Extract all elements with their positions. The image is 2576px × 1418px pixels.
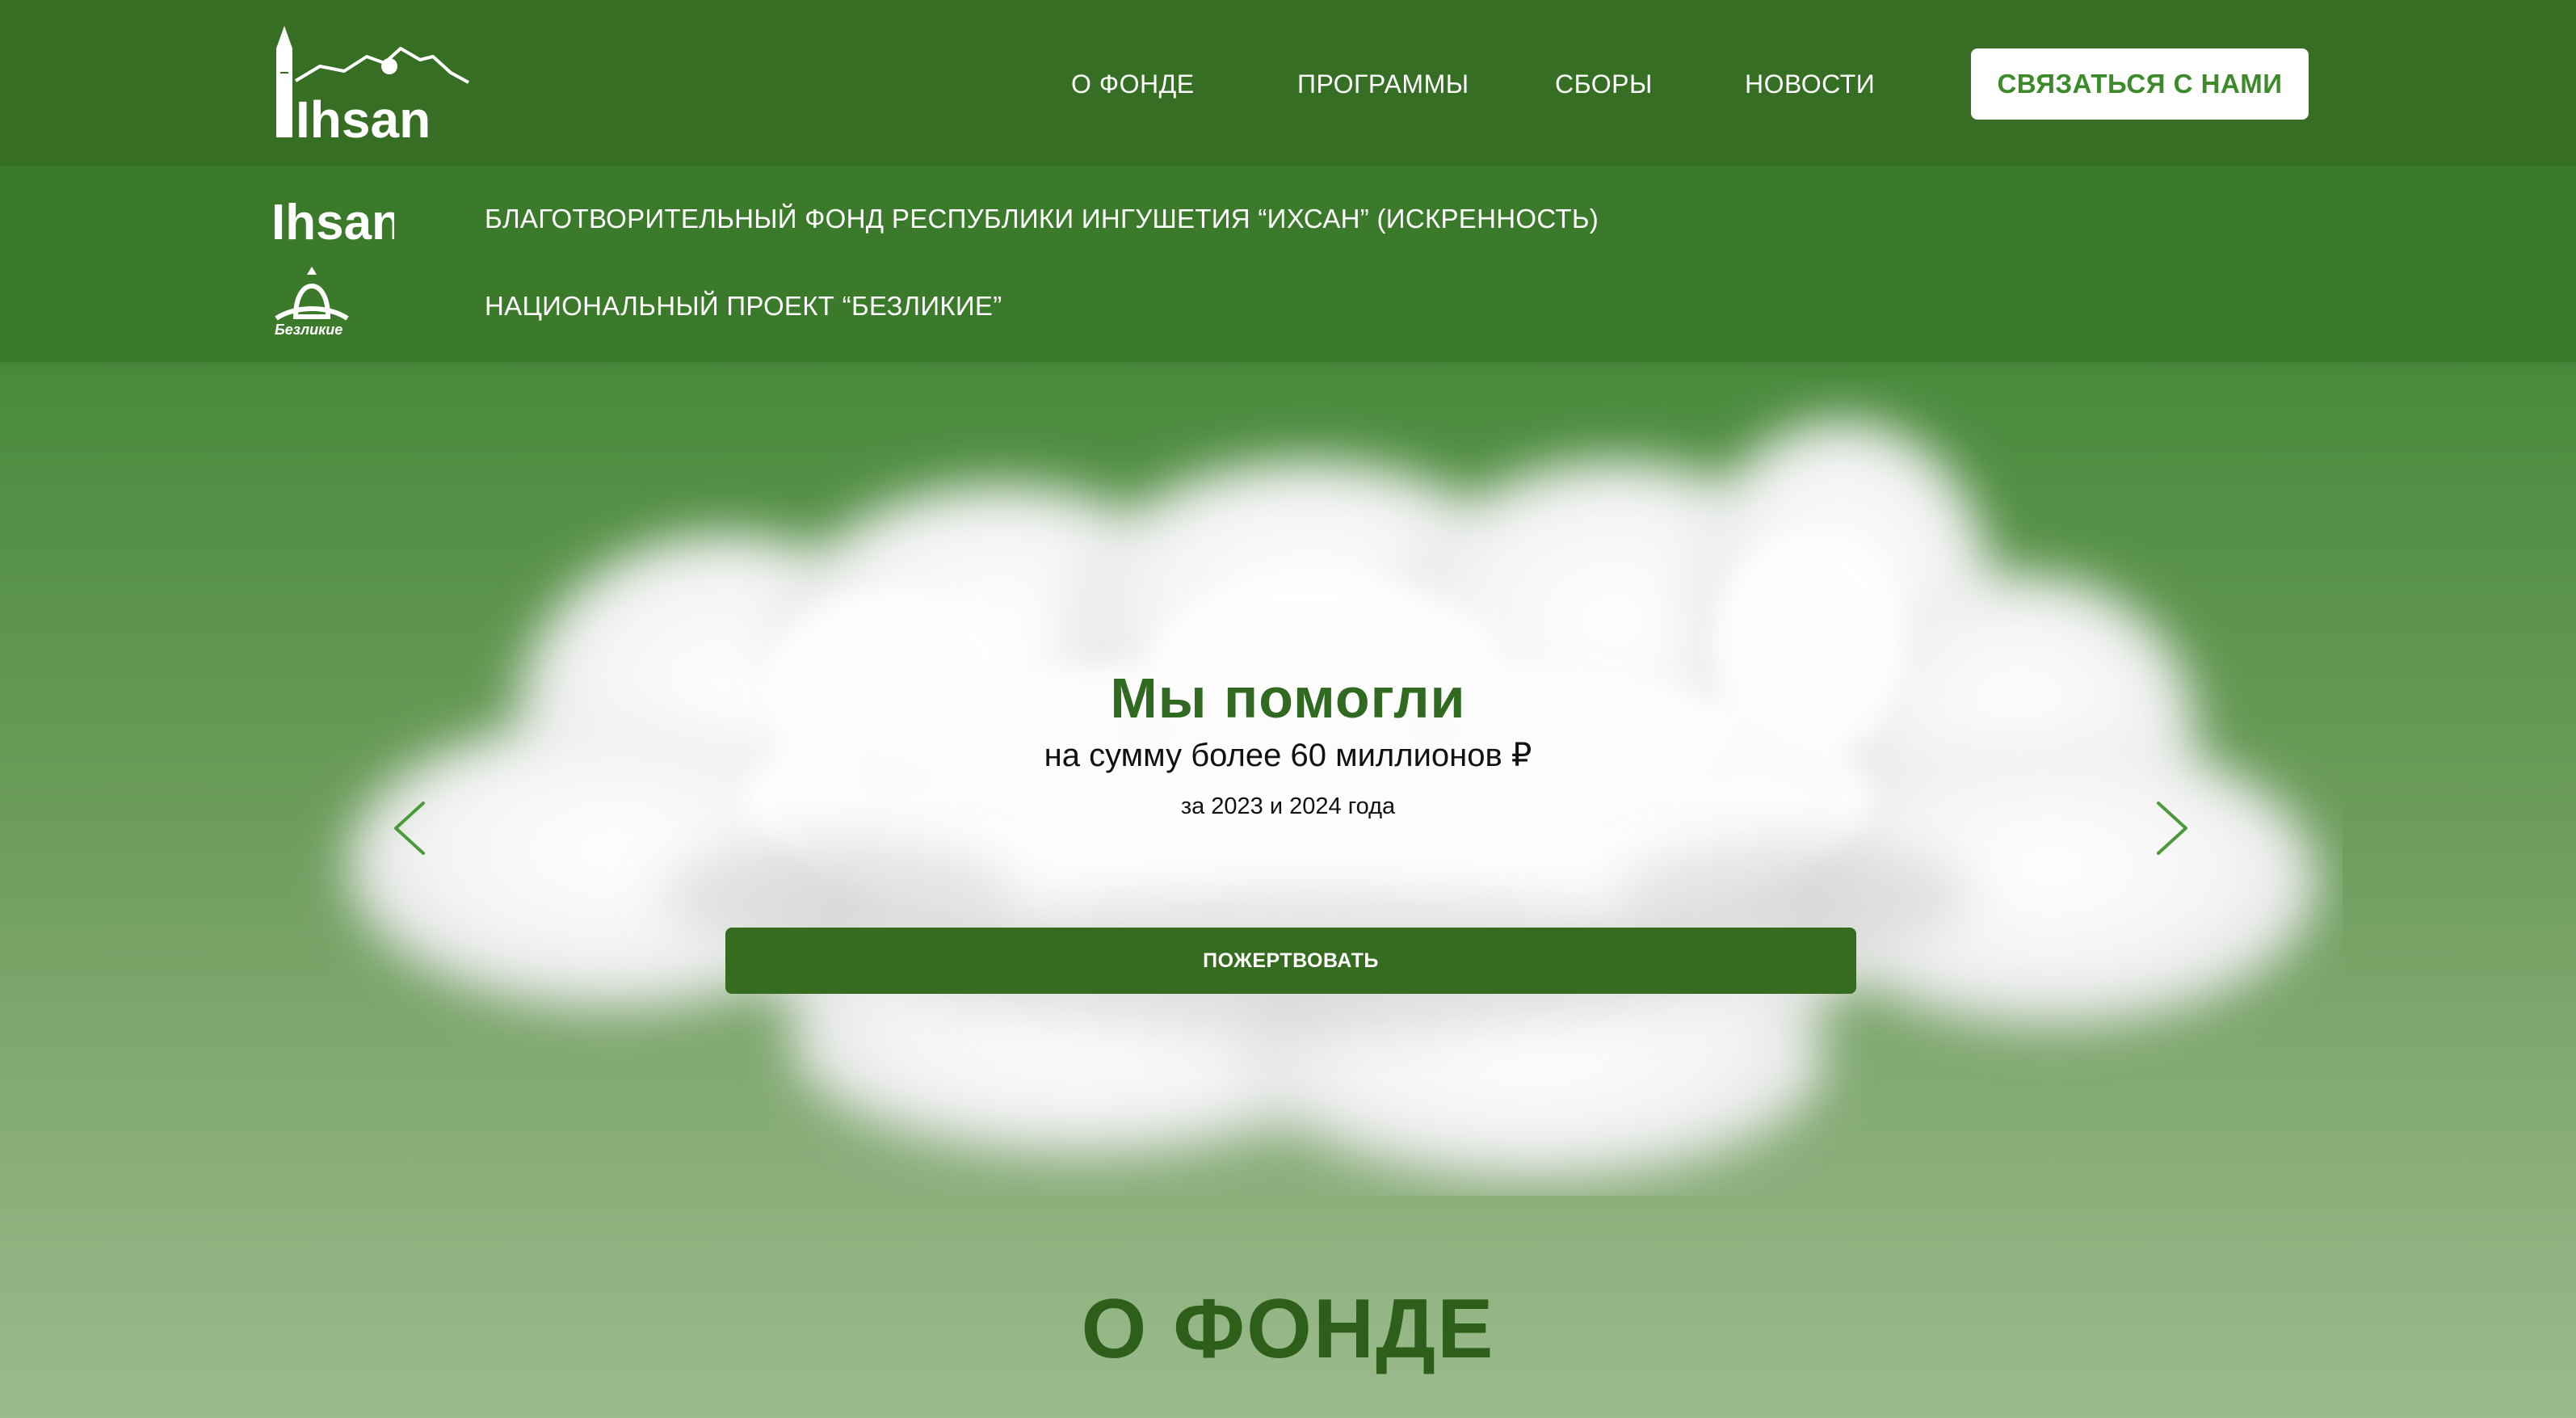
nav-item-programs[interactable]: ПРОГРАММЫ (1297, 65, 1469, 103)
svg-text:Ihsan: Ihsan (271, 195, 394, 249)
nav-item-about[interactable]: О ФОНДЕ (1071, 65, 1195, 103)
carousel-next-button[interactable] (2154, 800, 2191, 856)
project-item-ihsan[interactable]: Ihsan БЛАГОТВОРИТЕЛЬНЫЙ ФОНД РЕСПУБЛИКИ … (0, 191, 2576, 263)
chevron-left-icon (394, 802, 425, 855)
svg-text:Безликие: Безликие (275, 322, 342, 338)
projects-bar: Ihsan БЛАГОТВОРИТЕЛЬНЫЙ ФОНД РЕСПУБЛИКИ … (0, 166, 2576, 362)
chevron-right-icon (2157, 802, 2187, 855)
project-item-bezlikie[interactable]: Безликие НАЦИОНАЛЬНЫЙ ПРОЕКТ “БЕЗЛИКИЕ” (0, 263, 2576, 338)
project-label-ihsan[interactable]: БЛАГОТВОРИТЕЛЬНЫЙ ФОНД РЕСПУБЛИКИ ИНГУШЕ… (485, 204, 1599, 234)
ihsan-wordmark-icon: Ihsan (271, 195, 394, 249)
hero-title: Мы помогли (1110, 667, 1466, 730)
donate-button[interactable]: ПОЖЕРТВОВАТЬ (725, 928, 1856, 994)
carousel-prev-button[interactable] (391, 800, 428, 856)
nav-item-fundraisers[interactable]: СБОРЫ (1555, 65, 1653, 103)
contact-us-button[interactable]: СВЯЗАТЬСЯ С НАМИ (1971, 48, 2309, 120)
site-header: Ihsan О ФОНДЕ ПРОГРАММЫ СБОРЫ НОВОСТИ СВ… (0, 0, 2576, 166)
hero-subtitle: на сумму более 60 миллионов ₽ (1044, 738, 1532, 773)
cloud-image (275, 380, 2343, 1196)
about-section-title: О ФОНДЕ (1081, 1282, 1495, 1376)
nav-item-news[interactable]: НОВОСТИ (1745, 65, 1875, 103)
project-label-bezlikie[interactable]: НАЦИОНАЛЬНЫЙ ПРОЕКТ “БЕЗЛИКИЕ” (485, 291, 1002, 322)
bezlikie-logo-icon: Безликие (275, 267, 349, 338)
